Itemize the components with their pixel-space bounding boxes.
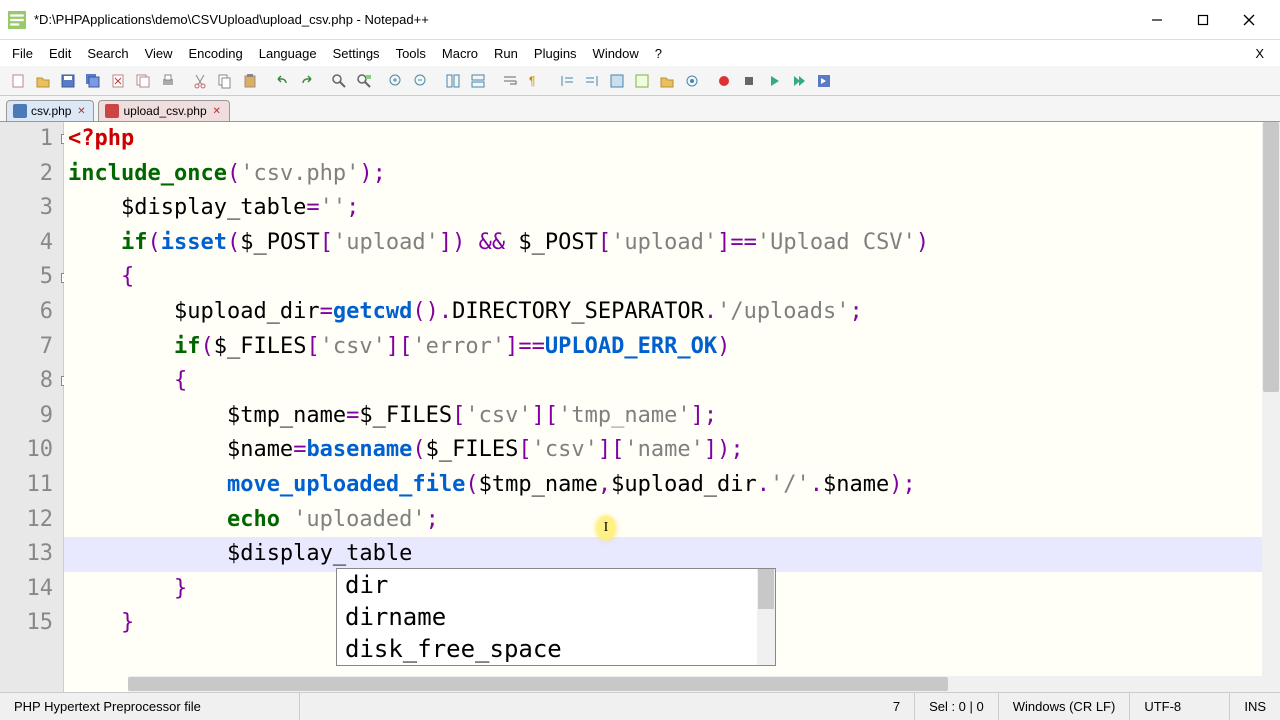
copy-icon[interactable] xyxy=(213,69,237,93)
cut-icon[interactable] xyxy=(188,69,212,93)
wordwrap-icon[interactable] xyxy=(498,69,522,93)
menu-window[interactable]: Window xyxy=(585,44,647,63)
close-button[interactable] xyxy=(1226,5,1272,35)
tab-close-icon[interactable]: ✕ xyxy=(75,105,87,117)
sync-h-icon[interactable] xyxy=(466,69,490,93)
replace-icon[interactable] xyxy=(352,69,376,93)
play-macro-icon[interactable] xyxy=(762,69,786,93)
menu-view[interactable]: View xyxy=(137,44,181,63)
play-multi-icon[interactable] xyxy=(787,69,811,93)
status-language: PHP Hypertext Preprocessor file xyxy=(0,693,300,720)
paste-icon[interactable] xyxy=(238,69,262,93)
autocomplete-item[interactable]: dir xyxy=(337,569,775,601)
status-pos: 7 xyxy=(879,693,915,720)
autocomplete-item[interactable]: disk_free_space xyxy=(337,633,775,665)
menu-search[interactable]: Search xyxy=(79,44,136,63)
menu-edit[interactable]: Edit xyxy=(41,44,79,63)
close-all-icon[interactable] xyxy=(131,69,155,93)
app-icon xyxy=(8,11,26,29)
autocomplete-popup[interactable]: dir dirname disk_free_space xyxy=(336,568,776,666)
menu-macro[interactable]: Macro xyxy=(434,44,486,63)
zoom-in-icon[interactable] xyxy=(384,69,408,93)
tab-close-icon[interactable]: ✕ xyxy=(211,105,223,117)
print-icon[interactable] xyxy=(156,69,180,93)
save-icon[interactable] xyxy=(56,69,80,93)
code-area[interactable]: <?php include_once('csv.php'); $display_… xyxy=(64,122,1280,692)
tab-label: upload_csv.php xyxy=(123,104,206,118)
maximize-button[interactable] xyxy=(1180,5,1226,35)
monitor-icon[interactable] xyxy=(680,69,704,93)
show-all-chars-icon[interactable]: ¶ xyxy=(523,69,547,93)
status-mode: INS xyxy=(1230,693,1280,720)
editor[interactable]: 1− 234 5− 67 8− 9101112131415 <?php incl… xyxy=(0,122,1280,692)
svg-text:¶: ¶ xyxy=(529,74,535,88)
horizontal-scrollbar[interactable] xyxy=(128,676,1262,692)
line-gutter: 1− 234 5− 67 8− 9101112131415 xyxy=(0,122,64,692)
minimize-button[interactable] xyxy=(1134,5,1180,35)
menu-settings[interactable]: Settings xyxy=(325,44,388,63)
undo-icon[interactable] xyxy=(270,69,294,93)
close-doc-button[interactable]: X xyxy=(1243,44,1276,63)
menubar: File Edit Search View Encoding Language … xyxy=(0,40,1280,66)
tab-label: csv.php xyxy=(31,104,71,118)
titlebar: *D:\PHPApplications\demo\CSVUpload\uploa… xyxy=(0,0,1280,40)
autocomplete-item[interactable]: dirname xyxy=(337,601,775,633)
tabbar: csv.php ✕ upload_csv.php ✕ xyxy=(0,96,1280,122)
close-file-icon[interactable] xyxy=(106,69,130,93)
tab-csv[interactable]: csv.php ✕ xyxy=(6,100,94,121)
menu-help[interactable]: ? xyxy=(647,44,670,63)
file-modified-icon xyxy=(105,104,119,118)
folder-icon[interactable] xyxy=(655,69,679,93)
stop-macro-icon[interactable] xyxy=(737,69,761,93)
menu-encoding[interactable]: Encoding xyxy=(181,44,251,63)
toolbar: ¶ xyxy=(0,66,1280,96)
indent-guide-icon[interactable] xyxy=(555,69,579,93)
file-icon xyxy=(13,104,27,118)
status-sel: Sel : 0 | 0 xyxy=(915,693,999,720)
menu-run[interactable]: Run xyxy=(486,44,526,63)
open-file-icon[interactable] xyxy=(31,69,55,93)
menu-tools[interactable]: Tools xyxy=(388,44,434,63)
menu-plugins[interactable]: Plugins xyxy=(526,44,585,63)
window-title: *D:\PHPApplications\demo\CSVUpload\uploa… xyxy=(34,12,1134,27)
save-macro-icon[interactable] xyxy=(812,69,836,93)
statusbar: PHP Hypertext Preprocessor file 7 Sel : … xyxy=(0,692,1280,720)
autocomplete-scrollbar[interactable] xyxy=(757,569,775,665)
vertical-scrollbar[interactable] xyxy=(1262,122,1280,692)
record-macro-icon[interactable] xyxy=(712,69,736,93)
status-encoding: UTF-8 xyxy=(1130,693,1230,720)
sync-v-icon[interactable] xyxy=(441,69,465,93)
function-list-icon[interactable] xyxy=(605,69,629,93)
zoom-out-icon[interactable] xyxy=(409,69,433,93)
menu-file[interactable]: File xyxy=(4,44,41,63)
save-all-icon[interactable] xyxy=(81,69,105,93)
new-file-icon[interactable] xyxy=(6,69,30,93)
text-cursor-highlight: I xyxy=(596,516,616,540)
tab-upload-csv[interactable]: upload_csv.php ✕ xyxy=(98,100,229,121)
outdent-icon[interactable] xyxy=(580,69,604,93)
find-icon[interactable] xyxy=(327,69,351,93)
redo-icon[interactable] xyxy=(295,69,319,93)
menu-language[interactable]: Language xyxy=(251,44,325,63)
doc-map-icon[interactable] xyxy=(630,69,654,93)
status-eol: Windows (CR LF) xyxy=(999,693,1131,720)
